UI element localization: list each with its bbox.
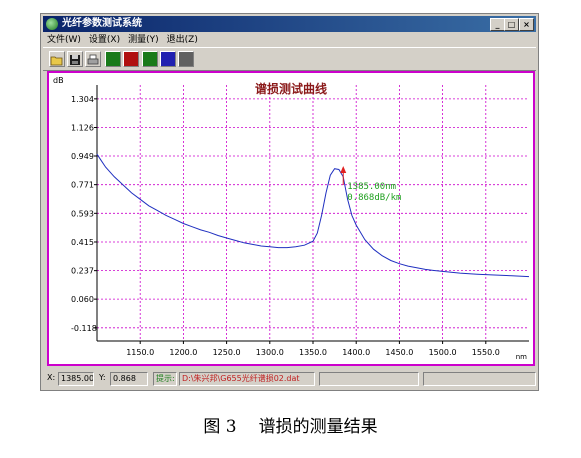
hint-label: 提示: <box>153 372 177 386</box>
measure-mode-3-icon[interactable] <box>142 51 158 67</box>
title-bar[interactable]: 光纤参数测试系统 _ □ × <box>43 16 536 32</box>
y-tick-label: -0.118 <box>71 324 97 333</box>
printer-icon[interactable] <box>85 51 101 67</box>
y-tick-label: 0.237 <box>71 267 94 276</box>
x-value: 1385.00 <box>58 372 94 386</box>
menu-bar: 文件(W) 设置(X) 测量(Y) 退出(Z) <box>43 33 536 47</box>
menu-measure[interactable]: 测量(Y) <box>124 33 163 47</box>
status-pane-empty-1 <box>319 372 419 386</box>
y-axis-unit: dB <box>53 76 64 85</box>
y-value: 0.868 <box>110 372 148 386</box>
x-tick-label: 1400.0 <box>342 348 370 357</box>
chart-title: 谱损测试曲线 <box>255 81 327 96</box>
x-axis-unit: nm <box>516 353 527 361</box>
x-tick-label: 1300.0 <box>256 348 284 357</box>
measure-mode-2-icon[interactable] <box>123 51 139 67</box>
y-tick-label: 0.060 <box>71 295 94 304</box>
hint-text: D:\朱兴邦\G655光纤谱损02.dat <box>179 372 315 386</box>
measure-mode-4-icon[interactable] <box>160 51 176 67</box>
y-tick-label: 0.415 <box>71 238 94 247</box>
figure-caption-text: 谱损的测量结果 <box>258 417 378 437</box>
x-tick-label: 1150.0 <box>126 348 154 357</box>
spectral-loss-chart: 1.304 1.126 0.949 0.771 0.593 0.415 0.237 0.060… <box>53 76 530 361</box>
plot-area: 1.304 1.126 0.949 0.771 0.593 0.415 0.237 0.060… <box>47 71 535 366</box>
y-tick-label: 0.593 <box>71 209 94 218</box>
marker-annotation: 0.868dB/km <box>347 193 401 203</box>
y-tick-label: 1.304 <box>71 95 94 104</box>
window-title: 光纤参数测试系统 <box>62 18 142 29</box>
status-bar: X: 1385.00 Y: 0.868 提示: D:\朱兴邦\G655光纤谱损0… <box>43 371 536 388</box>
maximize-button[interactable]: □ <box>504 18 519 31</box>
close-button[interactable]: × <box>519 18 534 31</box>
y-label: Y: <box>99 373 106 382</box>
measure-mode-1-icon[interactable] <box>105 51 121 67</box>
x-label: X: <box>47 373 56 382</box>
minimize-button[interactable]: _ <box>490 18 505 31</box>
x-tick-label: 1200.0 <box>169 348 197 357</box>
toolbar <box>43 47 536 71</box>
figure-number: 图 3 <box>203 417 237 437</box>
open-folder-icon[interactable] <box>49 51 65 67</box>
marker-annotation: 1385.00nm <box>347 182 396 192</box>
menu-settings[interactable]: 设置(X) <box>85 33 124 47</box>
status-pane-empty-2 <box>423 372 536 386</box>
x-tick-label: 1550.0 <box>472 348 500 357</box>
y-tick-label: 0.949 <box>71 152 94 161</box>
x-tick-label: 1450.0 <box>385 348 413 357</box>
x-tick-label: 1500.0 <box>429 348 457 357</box>
y-tick-label: 0.771 <box>71 181 94 190</box>
y-tick-label: 1.126 <box>71 124 94 133</box>
marker-arrow-icon <box>340 166 347 174</box>
app-icon <box>46 18 58 30</box>
figure-caption: 图 3 谱损的测量结果 <box>0 412 581 437</box>
measure-mode-5-icon[interactable] <box>178 51 194 67</box>
x-tick-label: 1350.0 <box>299 348 327 357</box>
menu-exit[interactable]: 退出(Z) <box>163 33 202 47</box>
menu-file[interactable]: 文件(W) <box>43 33 85 47</box>
app-window: 光纤参数测试系统 _ □ × 文件(W) 设置(X) 测量(Y) 退出(Z) 1.30… <box>40 13 539 391</box>
x-tick-label: 1250.0 <box>213 348 241 357</box>
save-disk-icon[interactable] <box>67 51 83 67</box>
